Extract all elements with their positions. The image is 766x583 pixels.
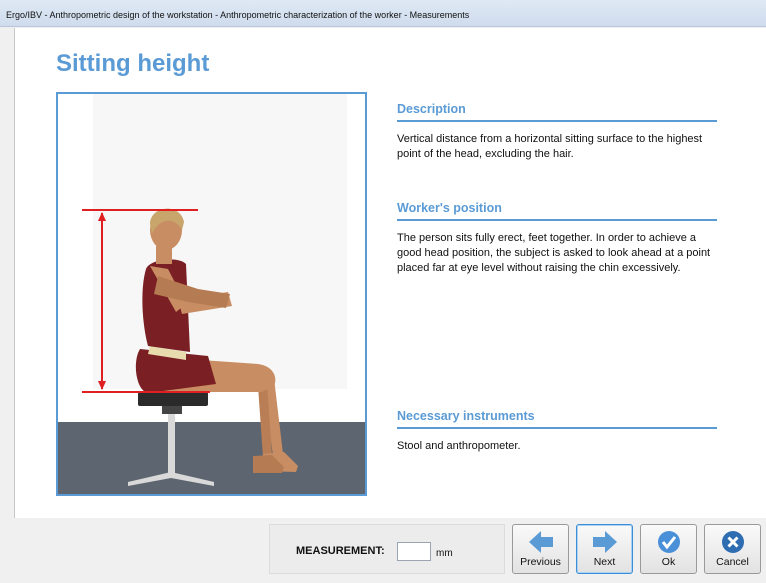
close-icon (721, 530, 745, 557)
content-panel: Sitting height Description Vertical dist… (14, 28, 766, 518)
window-title-bar: Ergo/IBV - Anthropometric design of the … (0, 0, 766, 27)
sitting-worker-figure (58, 94, 365, 494)
measurement-label: MEASUREMENT: (296, 545, 385, 557)
arrow-left-icon (527, 530, 555, 557)
measurement-unit: mm (436, 548, 453, 559)
next-button[interactable]: Next (576, 524, 633, 574)
description-title: Description (397, 102, 717, 122)
instruments-title: Necessary instruments (397, 409, 717, 429)
workers-position-section: Worker's position The person sits fully … (397, 201, 717, 276)
cancel-label: Cancel (716, 556, 749, 568)
sitting-height-illustration (56, 92, 367, 496)
ok-button[interactable]: Ok (640, 524, 697, 574)
instruments-text: Stool and anthropometer. (397, 440, 521, 452)
previous-button[interactable]: Previous (512, 524, 569, 574)
window-title: Ergo/IBV - Anthropometric design of the … (6, 10, 470, 20)
page-title: Sitting height (56, 50, 210, 77)
measurement-input[interactable] (397, 542, 431, 561)
measurement-panel: MEASUREMENT: mm (269, 524, 505, 574)
arrow-right-icon (591, 530, 619, 557)
cancel-button[interactable]: Cancel (704, 524, 761, 574)
ok-label: Ok (661, 556, 676, 568)
previous-label: Previous (520, 556, 561, 568)
description-text: Vertical distance from a horizontal sitt… (397, 133, 703, 160)
instruments-section: Necessary instruments Stool and anthropo… (397, 409, 717, 454)
workers-position-title: Worker's position (397, 201, 717, 221)
next-label: Next (593, 556, 616, 568)
description-section: Description Vertical distance from a hor… (397, 102, 717, 162)
workers-position-text: The person sits fully erect, feet togeth… (397, 232, 711, 274)
checkmark-icon (657, 530, 681, 557)
